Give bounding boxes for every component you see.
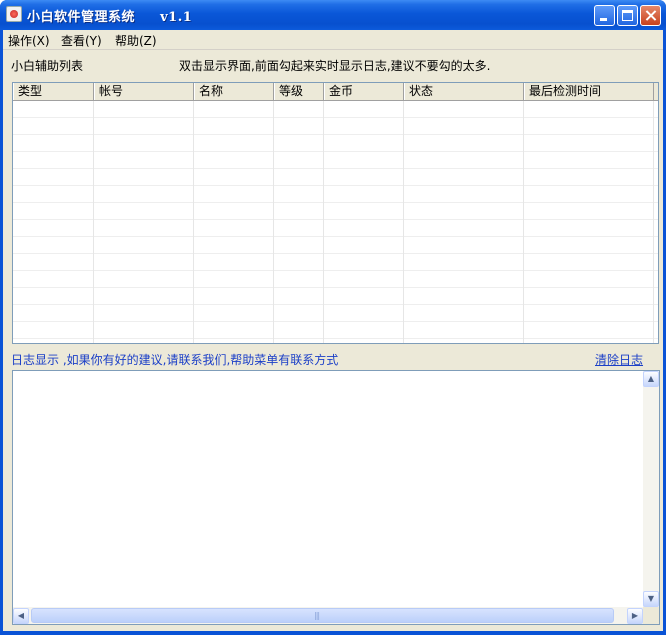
list-hint: 双击显示界面,前面勾起来实时显示日志,建议不要勾的太多. bbox=[179, 59, 491, 73]
scroll-down-icon[interactable]: ▼ bbox=[643, 591, 659, 607]
col-header-status[interactable]: 状态 bbox=[404, 83, 524, 100]
grid-column-line bbox=[193, 101, 194, 343]
scroll-left-icon[interactable]: ◀ bbox=[13, 608, 29, 624]
menu-view[interactable]: 查看(Y) bbox=[61, 32, 102, 49]
col-header-last-check[interactable]: 最后检测时间 bbox=[524, 83, 654, 100]
grid-row-line bbox=[13, 151, 658, 152]
log-horizontal-scrollbar[interactable]: ◀ ▶ bbox=[13, 607, 643, 624]
grid-row-line bbox=[13, 236, 658, 237]
grid-row-line bbox=[13, 185, 658, 186]
grid-column-line bbox=[403, 101, 404, 343]
title-bar[interactable]: 小白软件管理系统 v1.1 bbox=[0, 0, 666, 30]
client-area: 操作(X) 查看(Y) 帮助(Z) 小白辅助列表 双击显示界面,前面勾起来实时显… bbox=[3, 30, 663, 631]
minimize-button[interactable] bbox=[594, 5, 615, 26]
clear-log-link[interactable]: 清除日志 bbox=[595, 351, 643, 368]
account-table[interactable]: 类型 帐号 名称 等级 金币 状态 最后检测时间 bbox=[12, 82, 659, 344]
scrollbar-corner bbox=[643, 607, 659, 624]
log-label: 日志显示 ,如果你有好的建议,请联系我们,帮助菜单有联系方式 bbox=[11, 353, 339, 367]
maximize-button[interactable] bbox=[617, 5, 638, 26]
close-button[interactable] bbox=[640, 5, 661, 26]
menu-help[interactable]: 帮助(Z) bbox=[115, 32, 157, 49]
menu-bar: 操作(X) 查看(Y) 帮助(Z) bbox=[3, 30, 663, 48]
grid-row-line bbox=[13, 304, 658, 305]
app-window: 小白软件管理系统 v1.1 操作(X) 查看(Y) 帮助(Z) 小白辅助列表 双… bbox=[0, 0, 666, 635]
grid-row-line bbox=[13, 253, 658, 254]
scroll-right-icon[interactable]: ▶ bbox=[627, 608, 643, 624]
grid-column-line bbox=[323, 101, 324, 343]
col-header-account[interactable]: 帐号 bbox=[94, 83, 194, 100]
horizontal-scroll-thumb[interactable] bbox=[31, 608, 614, 623]
list-title: 小白辅助列表 bbox=[11, 59, 84, 73]
grid-row-line bbox=[13, 321, 658, 322]
grid-row-line bbox=[13, 168, 658, 169]
window-title: 小白软件管理系统 v1.1 bbox=[27, 10, 193, 25]
grid-row-line bbox=[13, 134, 658, 135]
menu-separator bbox=[3, 49, 663, 50]
grid-row-line bbox=[13, 338, 658, 339]
app-icon[interactable] bbox=[6, 6, 22, 22]
grid-row-line bbox=[13, 219, 658, 220]
grid-column-line bbox=[273, 101, 274, 343]
col-header-level[interactable]: 等级 bbox=[274, 83, 324, 100]
col-header-name[interactable]: 名称 bbox=[194, 83, 274, 100]
grid-column-line bbox=[93, 101, 94, 343]
grid-row-line bbox=[13, 117, 658, 118]
grid-column-line bbox=[523, 101, 524, 343]
table-header: 类型 帐号 名称 等级 金币 状态 最后检测时间 bbox=[13, 83, 658, 101]
grid-row-line bbox=[13, 270, 658, 271]
grid-column-line bbox=[653, 101, 654, 343]
menu-operate[interactable]: 操作(X) bbox=[8, 32, 50, 49]
log-vertical-scrollbar[interactable]: ▲ ▼ bbox=[643, 371, 659, 607]
grid-row-line bbox=[13, 287, 658, 288]
col-header-gold[interactable]: 金币 bbox=[324, 83, 404, 100]
log-textarea[interactable]: ▲ ▼ ◀ ▶ bbox=[12, 370, 660, 625]
col-header-type[interactable]: 类型 bbox=[13, 83, 94, 100]
table-body[interactable] bbox=[13, 101, 658, 343]
scroll-up-icon[interactable]: ▲ bbox=[643, 371, 659, 387]
grid-row-line bbox=[13, 202, 658, 203]
